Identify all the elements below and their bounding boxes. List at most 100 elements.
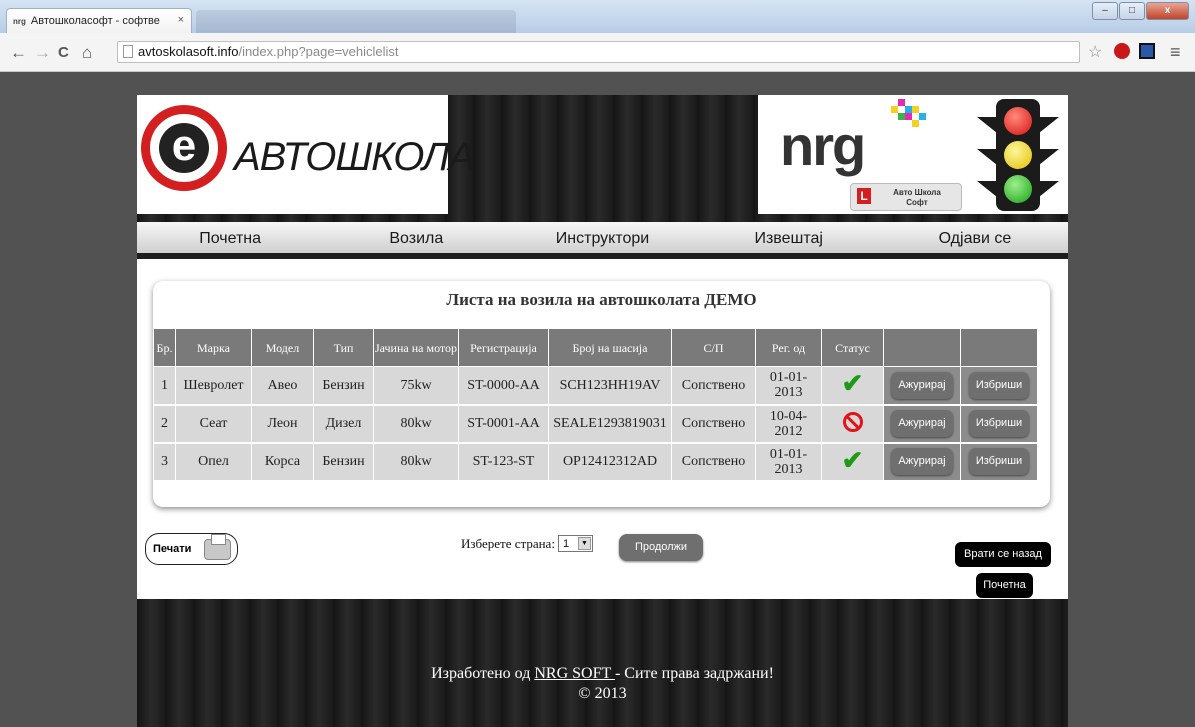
cell-status <box>821 404 884 444</box>
cell-type: Дизел <box>313 404 374 444</box>
maximize-icon[interactable]: □ <box>1119 2 1145 20</box>
col-header-sp: С/П <box>671 328 756 367</box>
chrome-menu-icon[interactable]: ≡ <box>1170 42 1181 63</box>
vehicle-table-body: 1 Шевролет Авео Бензин 75kw ST-0000-AA S… <box>153 366 1038 482</box>
cell-chassis: SCH123HH19AV <box>548 366 672 406</box>
cell-delete: Избриши <box>960 366 1038 406</box>
page-container: e АВТОШКОЛА nrg L Авто Школа Софт Почетн… <box>137 95 1068 727</box>
update-button[interactable]: Ажурирај <box>891 371 953 399</box>
update-button[interactable]: Ажурирај <box>891 410 953 437</box>
delete-button[interactable]: Избриши <box>968 371 1030 399</box>
col-header-chassis: Број на шасија <box>548 328 672 367</box>
extension-icon[interactable] <box>1139 43 1155 59</box>
cell-no: 3 <box>153 442 176 482</box>
cell-model: Леон <box>251 404 314 444</box>
cell-status: ✔ <box>821 366 884 406</box>
table-row: 3 Опел Корса Бензин 80kw ST-123-ST OP124… <box>153 442 1038 482</box>
cell-type: Бензин <box>313 366 374 406</box>
vehicle-list-panel: Листа на возила на автошколата ДЕМО Бр. … <box>153 281 1050 507</box>
status-active-icon: ✔ <box>841 369 864 399</box>
panel-title: Листа на возила на автошколата ДЕМО <box>446 290 757 309</box>
home-icon[interactable]: ⌂ <box>82 43 92 63</box>
e-logo-letter: e <box>159 123 209 173</box>
cell-chassis: OP12412312AD <box>548 442 672 482</box>
menu-item-instructors[interactable]: Инструктори <box>509 222 695 253</box>
continue-button[interactable]: Продолжи <box>619 534 703 561</box>
footer-suffix: - Сите права задржани! <box>614 665 774 682</box>
tab-close-icon[interactable]: × <box>178 14 184 26</box>
traffic-light-icon <box>977 99 1059 211</box>
cell-reg-from: 01-01-2013 <box>755 442 822 482</box>
browser-tab[interactable]: nrg Автошколасофт - софтве × <box>6 8 192 33</box>
menu-item-home[interactable]: Почетна <box>137 222 323 253</box>
cell-delete: Избриши <box>960 404 1038 444</box>
cell-registration: ST-123-ST <box>458 442 549 482</box>
cell-power: 80kw <box>373 404 459 444</box>
table-row: 2 Сеат Леон Дизел 80kw ST-0001-AA SEALE1… <box>153 404 1038 444</box>
col-header-delete <box>960 328 1038 367</box>
back-arrow-icon[interactable]: ← <box>10 43 27 63</box>
footer-prefix: Изработено од <box>431 665 535 682</box>
badge-text: Авто Школа Софт <box>893 188 941 207</box>
site-footer: Изработено од NRG SOFT - Сите права задр… <box>137 599 1068 727</box>
cell-delete: Избриши <box>960 442 1038 482</box>
nrg-logo: nrg L Авто Школа Софт <box>758 95 1068 214</box>
page-selector: Изберете страна: 1 ▼ <box>461 535 593 552</box>
nrg-pixels-icon <box>890 99 926 131</box>
cell-registration: ST-0001-AA <box>458 404 549 444</box>
status-blocked-icon <box>842 411 863 432</box>
l-sign-icon: L <box>857 188 871 204</box>
nrg-badge: L Авто Школа Софт <box>850 183 962 211</box>
minimize-icon[interactable]: – <box>1092 2 1118 20</box>
col-header-make: Марка <box>175 328 252 367</box>
update-button[interactable]: Ажурирај <box>891 448 953 475</box>
status-active-icon: ✔ <box>841 445 864 475</box>
forward-arrow-icon[interactable]: → <box>34 43 51 63</box>
nrg-text: nrg <box>780 114 866 177</box>
bookmark-star-icon[interactable]: ☆ <box>1088 42 1102 62</box>
menu-item-logout[interactable]: Одјави се <box>882 222 1068 253</box>
menu-item-vehicles[interactable]: Возила <box>323 222 509 253</box>
col-header-status: Статус <box>821 328 884 367</box>
cell-update: Ажурирај <box>883 442 961 482</box>
site-header: e АВТОШКОЛА nrg L Авто Школа Софт <box>137 95 1068 222</box>
printer-icon <box>204 534 231 560</box>
browser-toolbar: ← → C ⌂ avtoskolasoft.info/index.php?pag… <box>0 33 1195 72</box>
delete-button[interactable]: Избриши <box>968 410 1030 437</box>
col-header-type: Тип <box>313 328 374 367</box>
cell-reg-from: 10-04-2012 <box>755 404 822 444</box>
cell-status: ✔ <box>821 442 884 482</box>
pager-label: Изберете страна: <box>461 535 555 551</box>
print-button[interactable]: Печати <box>145 533 238 565</box>
home-button[interactable]: Почетна <box>976 573 1033 598</box>
address-bar[interactable]: avtoskolasoft.info/index.php?page=vehicl… <box>117 41 1080 63</box>
col-header-update <box>883 328 961 367</box>
delete-button[interactable]: Избриши <box>968 448 1030 475</box>
cell-update: Ажурирај <box>883 366 961 406</box>
e-logo-icon: e <box>141 105 227 191</box>
browser-tab-inactive[interactable] <box>196 10 516 33</box>
page-select-value: 1 <box>562 537 570 550</box>
cell-reg-from: 01-01-2013 <box>755 366 822 406</box>
url-path: /index.php?page=vehiclelist <box>238 44 399 59</box>
col-header-power: Јачина на мотор <box>373 328 459 367</box>
menu-item-reports[interactable]: Извештај <box>696 222 882 253</box>
col-header-model: Модел <box>251 328 314 367</box>
cell-sp: Сопствено <box>671 404 756 444</box>
cell-make: Опел <box>175 442 252 482</box>
table-row: 1 Шевролет Авео Бензин 75kw ST-0000-AA S… <box>153 366 1038 406</box>
col-header-registration: Регистрација <box>458 328 549 367</box>
reload-icon[interactable]: C <box>58 44 69 61</box>
page-select[interactable]: 1 ▼ <box>557 535 593 552</box>
print-label: Печати <box>153 543 192 555</box>
cell-sp: Сопствено <box>671 442 756 482</box>
opera-extension-icon[interactable] <box>1114 43 1130 59</box>
cell-power: 80kw <box>373 442 459 482</box>
table-header-row: Бр. Марка Модел Тип Јачина на мотор Реги… <box>153 328 1038 367</box>
footer-credits: Изработено од NRG SOFT - Сите права задр… <box>137 665 1068 683</box>
cell-no: 1 <box>153 366 176 406</box>
cell-chassis: SEALE1293819031 <box>548 404 672 444</box>
nrg-soft-link[interactable]: NRG SOFT <box>534 665 615 682</box>
window-close-icon[interactable]: x <box>1146 2 1189 20</box>
go-back-button[interactable]: Врати се назад <box>955 542 1051 567</box>
